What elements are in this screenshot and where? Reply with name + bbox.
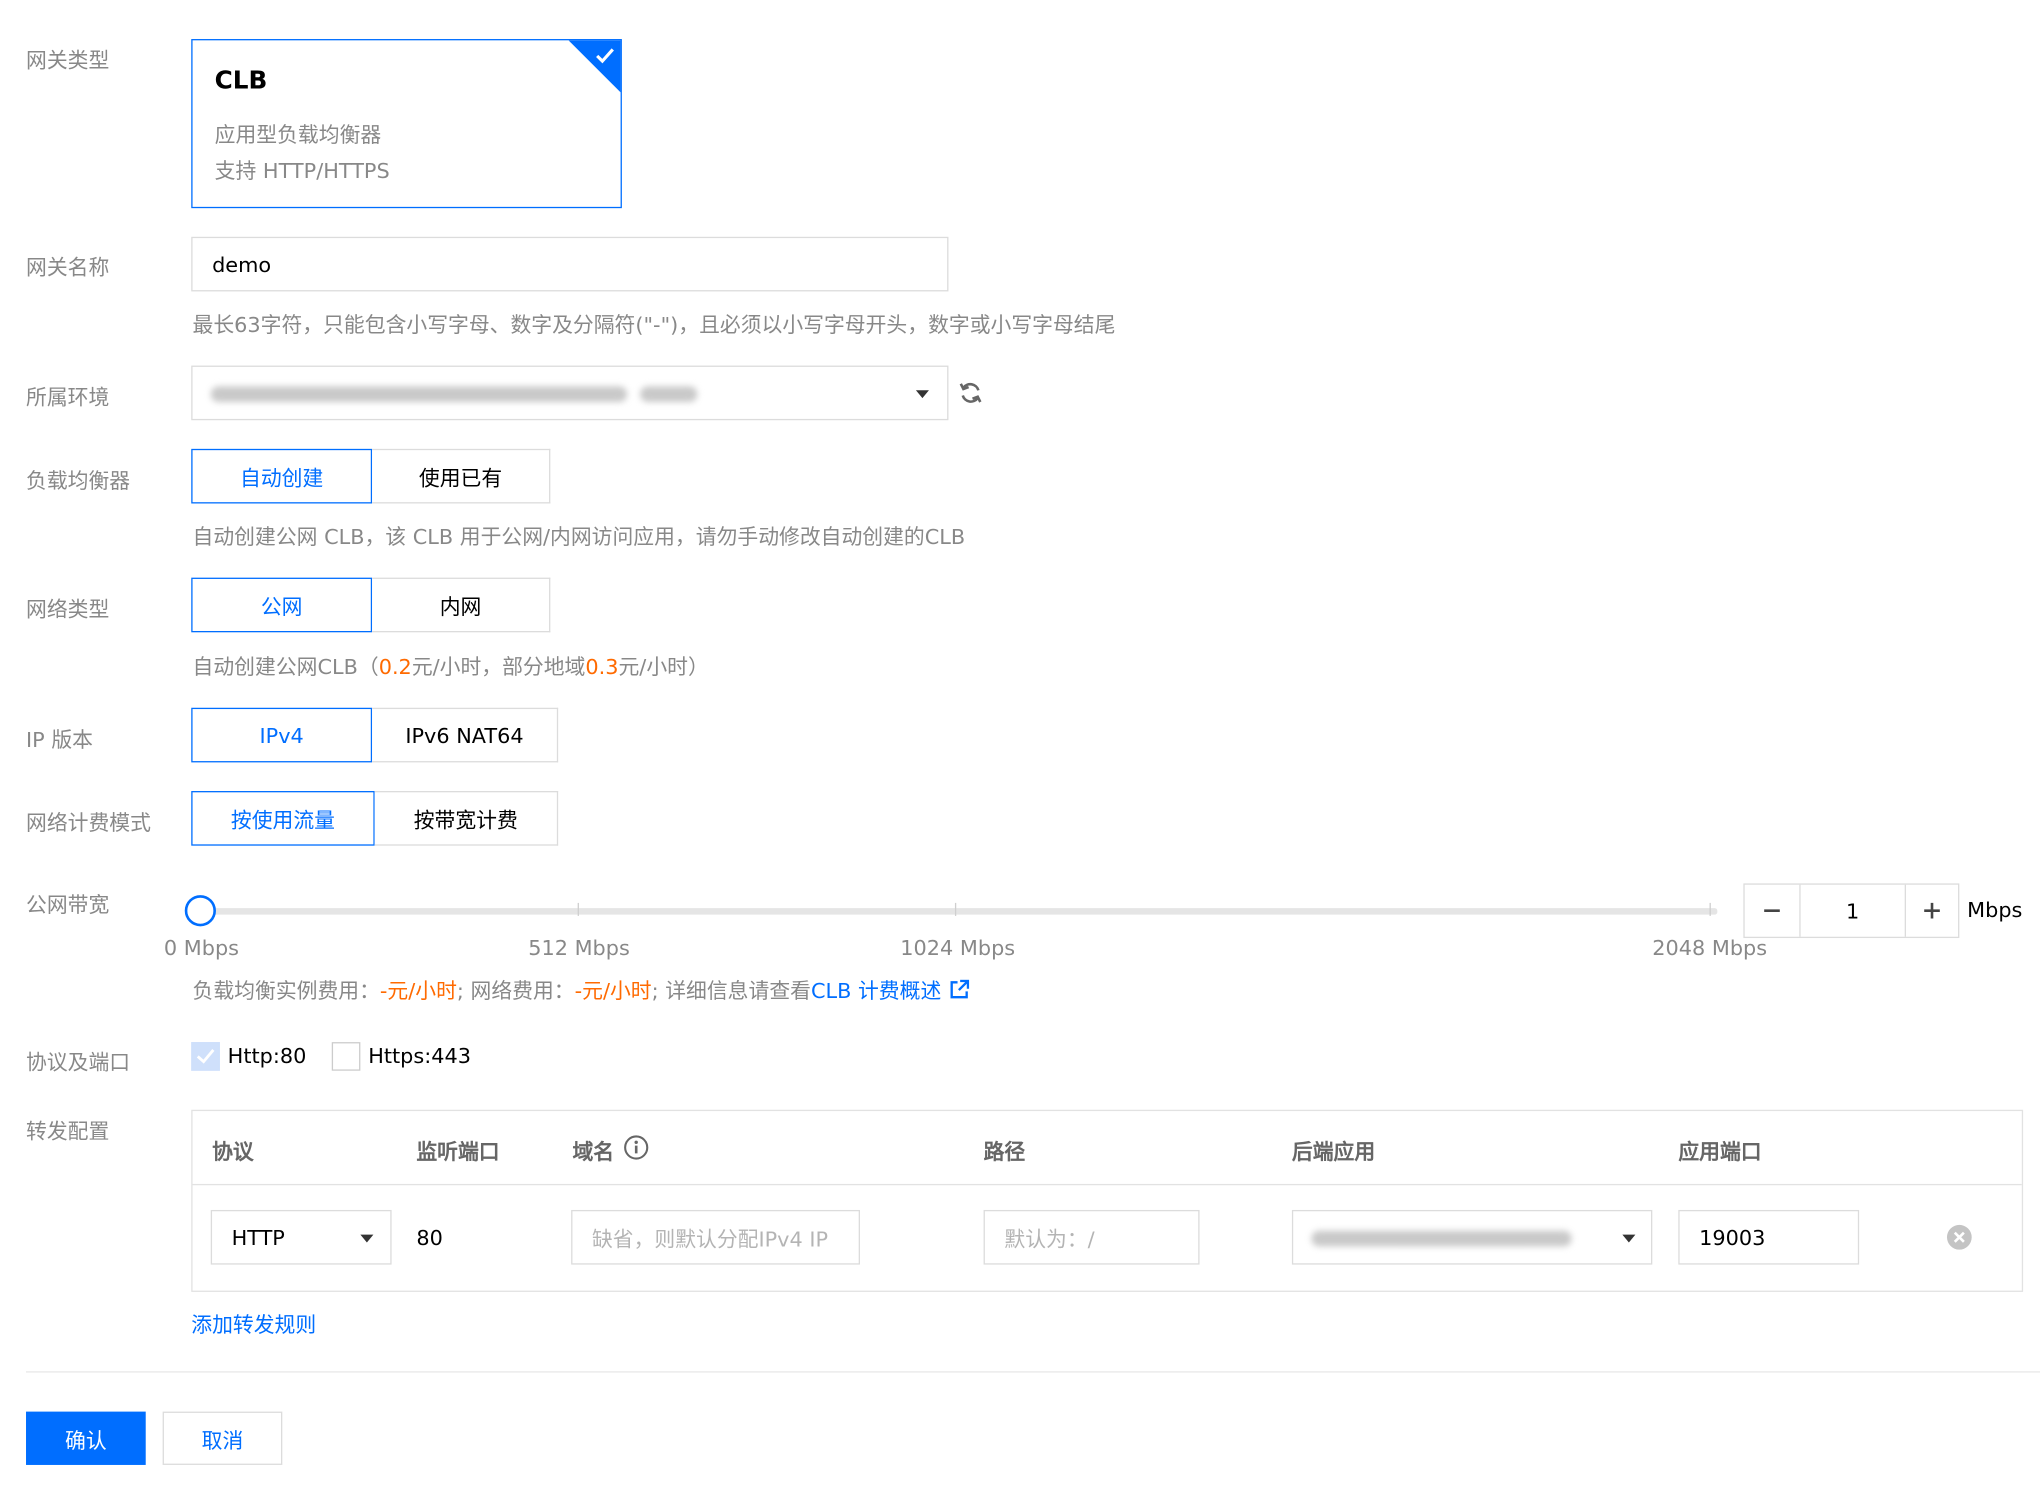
increment-button[interactable] — [1904, 884, 1958, 937]
gateway-name-value: demo — [212, 251, 272, 277]
load-balancer-label: 负载均衡器 — [26, 468, 131, 494]
minus-icon — [1764, 909, 1780, 913]
path-placeholder: 默认为：/ — [1004, 1226, 1095, 1252]
column-header: 域名 — [572, 1139, 615, 1165]
column-header: 协议 — [212, 1139, 254, 1165]
lb-use-existing-option[interactable]: 使用已有 — [372, 448, 551, 504]
gateway-name-label: 网关名称 — [26, 254, 110, 280]
regional-price: 0.3 — [585, 654, 619, 680]
slider-axis-label: 512 Mbps — [528, 935, 630, 961]
info-icon[interactable] — [623, 1134, 649, 1160]
load-balancer-help: 自动创建公网 CLB，该 CLB 用于公网/内网访问应用，请勿手动修改自动创建的… — [192, 524, 966, 550]
chevron-down-icon — [915, 390, 929, 399]
slider-axis-label: 0 Mbps — [163, 935, 240, 961]
ipv6-nat64-option[interactable]: IPv6 NAT64 — [372, 707, 559, 763]
protocol-value: HTTP — [231, 1224, 285, 1250]
forwarding-label: 转发配置 — [26, 1118, 110, 1144]
environment-value-obscured — [210, 386, 628, 403]
bandwidth-value-input[interactable]: 1 — [1801, 885, 1905, 937]
backend-app-select[interactable] — [1291, 1209, 1653, 1265]
confirm-button[interactable]: 确认 — [26, 1411, 146, 1465]
slider-axis-label: 1024 Mbps — [900, 935, 1016, 961]
billing-by-bandwidth-option[interactable]: 按带宽计费 — [374, 791, 559, 846]
column-header: 后端应用 — [1291, 1139, 1376, 1165]
decrement-button[interactable] — [1745, 884, 1801, 937]
clb-billing-link[interactable]: CLB 计费概述 — [811, 973, 941, 1004]
table-divider — [192, 1183, 2022, 1186]
footer-divider — [26, 1371, 2040, 1373]
billing-mode-label: 网络计费模式 — [26, 810, 151, 836]
hourly-price: 0.2 — [378, 654, 412, 680]
app-port-input[interactable]: 19003 — [1678, 1209, 1860, 1265]
environment-region-obscured — [640, 386, 698, 403]
card-protocols: 支持 HTTP/HTTPS — [214, 158, 390, 184]
network-type-label: 网络类型 — [26, 597, 110, 622]
network-public-option[interactable]: 公网 — [191, 577, 373, 633]
card-title: CLB — [214, 66, 268, 95]
protocol-select[interactable]: HTTP — [210, 1209, 392, 1265]
app-port-value: 19003 — [1699, 1224, 1766, 1250]
gateway-name-input[interactable]: demo — [191, 236, 949, 292]
add-forwarding-rule-link[interactable]: 添加转发规则 — [191, 1308, 316, 1339]
bandwidth-unit: Mbps — [1967, 897, 2023, 923]
bandwidth-slider-track[interactable] — [200, 908, 1718, 915]
network-fee-value: -元/小时 — [574, 978, 652, 1004]
plus-icon — [1924, 902, 1940, 919]
check-icon — [596, 48, 614, 64]
bandwidth-stepper: 1 — [1743, 883, 1960, 939]
external-link-icon[interactable] — [950, 979, 970, 999]
chevron-down-icon — [360, 1234, 374, 1243]
slider-tick — [954, 902, 957, 916]
billing-by-traffic-option[interactable]: 按使用流量 — [191, 791, 375, 846]
environment-select[interactable] — [191, 365, 949, 421]
remove-row-icon[interactable] — [1946, 1224, 1972, 1250]
protocols-label: 协议及端口 — [26, 1049, 131, 1075]
lb-auto-create-option[interactable]: 自动创建 — [191, 448, 373, 504]
column-header: 路径 — [983, 1139, 1026, 1165]
ip-version-label: IP 版本 — [26, 727, 93, 752]
path-input[interactable]: 默认为：/ — [983, 1209, 1200, 1265]
network-type-help: 自动创建公网CLB（0.2元/小时，部分地域0.3元/小时） — [192, 654, 709, 680]
http-checkbox[interactable] — [191, 1042, 220, 1071]
lb-fee-value: -元/小时 — [379, 978, 457, 1004]
https-checkbox-label: Https:443 — [368, 1043, 471, 1069]
http-checkbox-label: Http:80 — [227, 1043, 307, 1069]
gateway-name-help: 最长63字符，只能包含小写字母、数字及分隔符("-")，且必须以小写字母开头，数… — [192, 312, 1116, 337]
slider-axis-label: 2048 Mbps — [1652, 935, 1768, 961]
slider-tick — [577, 902, 579, 916]
refresh-icon[interactable] — [958, 380, 984, 406]
chevron-down-icon — [1622, 1234, 1636, 1243]
domain-input[interactable]: 缺省，则默认分配IPv4 IP — [571, 1209, 860, 1265]
backend-app-value-obscured — [1311, 1230, 1572, 1247]
network-private-option[interactable]: 内网 — [372, 577, 551, 633]
clb-type-card[interactable]: CLB 应用型负载均衡器 支持 HTTP/HTTPS — [191, 39, 622, 209]
gateway-type-label: 网关类型 — [26, 48, 110, 73]
card-description: 应用型负载均衡器 — [214, 122, 382, 148]
slider-tick — [1709, 902, 1711, 916]
column-header: 应用端口 — [1678, 1139, 1762, 1165]
https-checkbox[interactable] — [331, 1042, 361, 1071]
bandwidth-fee-info: 负载均衡实例费用： -元/小时; 网络费用： -元/小时; 详细信息请查看 CLB 计… — [193, 973, 970, 1004]
bandwidth-slider-handle[interactable] — [184, 895, 216, 927]
column-header: 监听端口 — [416, 1139, 500, 1165]
environment-label: 所属环境 — [26, 385, 110, 410]
bandwidth-label: 公网带宽 — [26, 892, 110, 918]
listen-port-value: 80 — [416, 1225, 443, 1251]
gateway-form: 网关类型 CLB 应用型负载均衡器 支持 HTTP/HTTPS 网关名称 dem… — [0, 0, 2040, 1499]
checkmark-icon — [196, 1049, 215, 1064]
cancel-button[interactable]: 取消 — [162, 1411, 283, 1465]
domain-placeholder: 缺省，则默认分配IPv4 IP — [591, 1226, 829, 1252]
ipv4-option[interactable]: IPv4 — [191, 707, 373, 763]
